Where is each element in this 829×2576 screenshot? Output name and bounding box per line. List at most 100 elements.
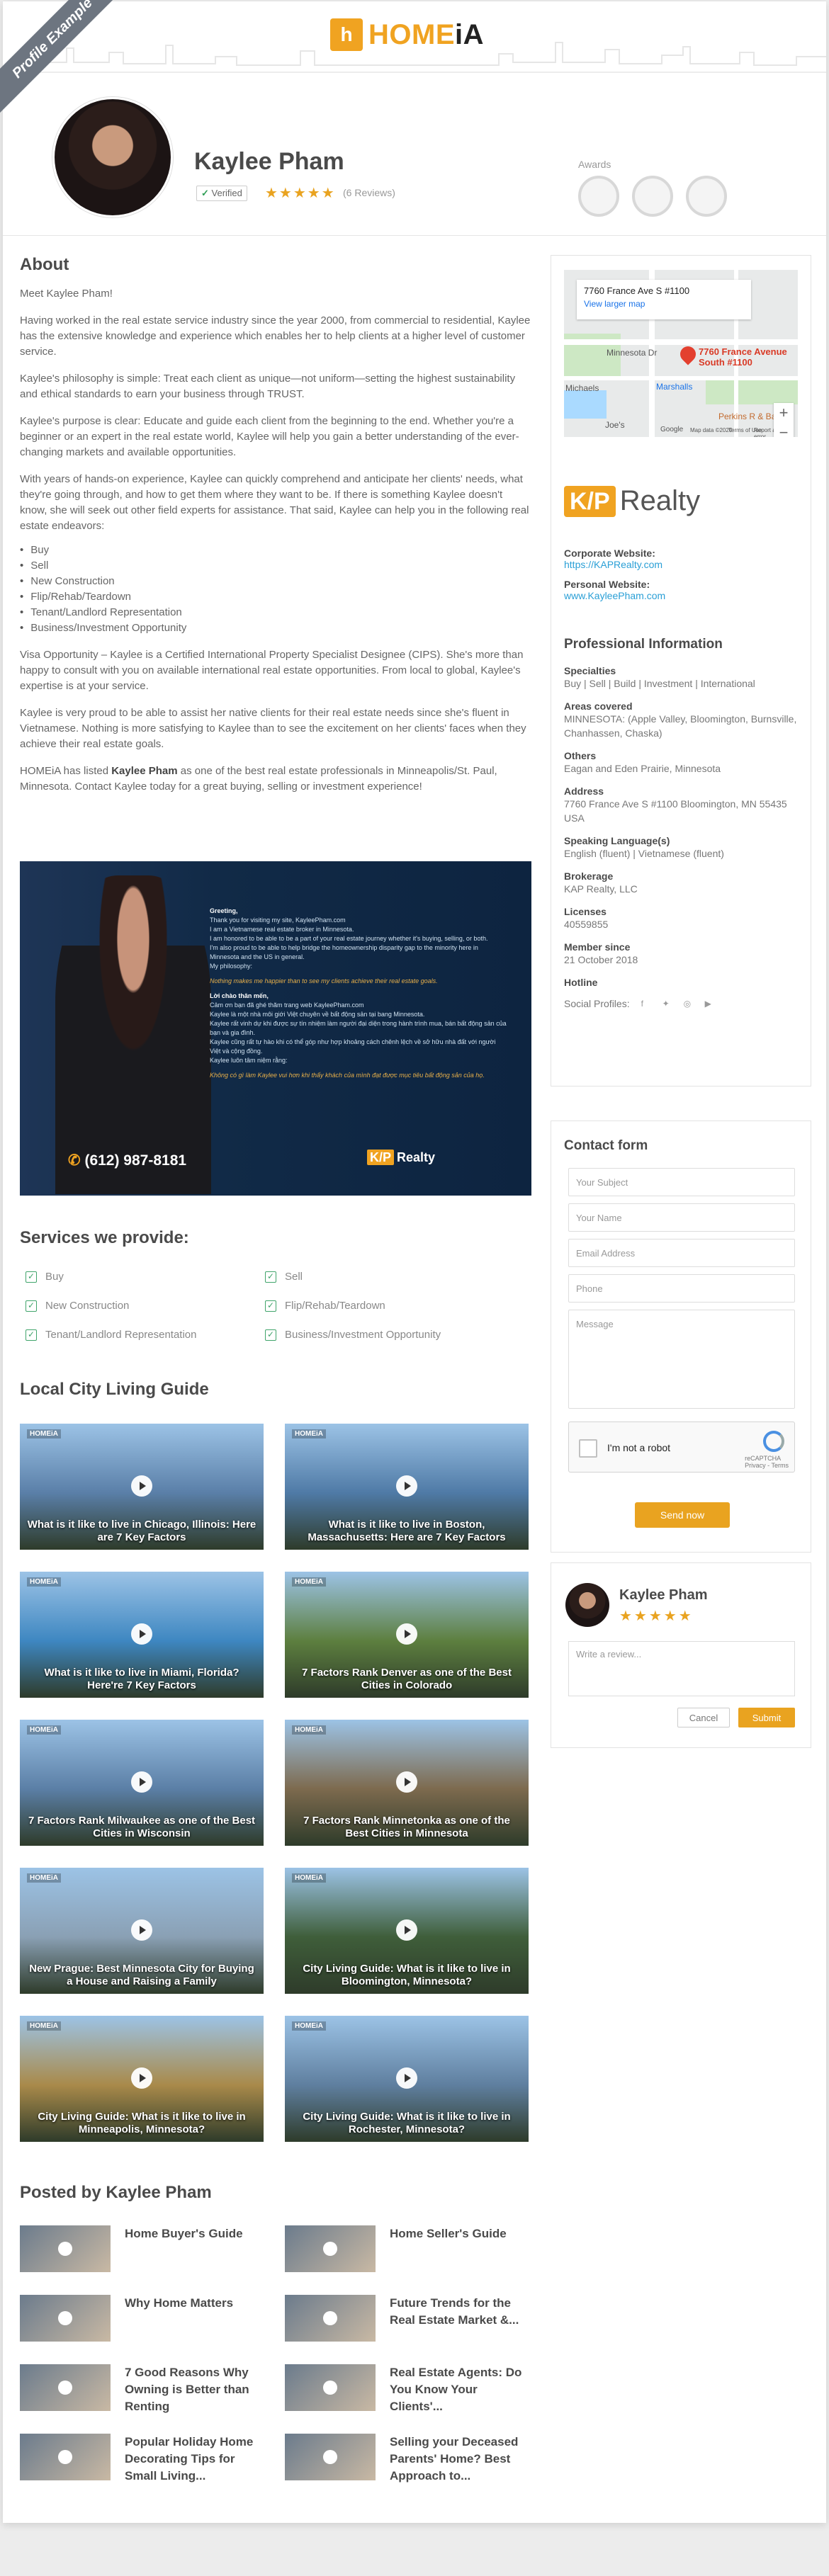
play-icon[interactable] (396, 1771, 417, 1793)
closing-pre: HOMEiA has listed (20, 765, 112, 777)
play-icon[interactable] (131, 1771, 152, 1793)
play-icon[interactable] (396, 1623, 417, 1645)
award-badge-icon[interactable] (686, 176, 727, 217)
closing-agent-name: Kaylee Pham (111, 765, 178, 777)
personal-website: Personal Website: www.KayleePham.com (564, 579, 798, 601)
pro-info-row: Speaking Language(s) English (fluent) | V… (564, 835, 798, 861)
post-title[interactable]: Selling your Deceased Parents' Home? Bes… (390, 2434, 529, 2485)
banner-phone[interactable]: ✆ (612) 987-8181 (68, 1152, 186, 1169)
play-icon[interactable] (131, 1475, 152, 1497)
youtube-icon[interactable]: ▶ (705, 999, 715, 1009)
city-guide-video[interactable]: HOMEiA What is it like to live in Boston,… (285, 1424, 529, 1550)
post-title[interactable]: Why Home Matters (125, 2295, 233, 2342)
banner-line: My philosophy: (210, 963, 253, 970)
post-thumbnail[interactable] (285, 2225, 376, 2272)
video-caption: What is it like to live in Miami, Florid… (44, 1667, 239, 1691)
city-guide-video[interactable]: HOMEiA City Living Guide: What is it like… (285, 2016, 529, 2142)
social-profiles: Social Profiles: f ✦ ◎ ▶ (564, 998, 798, 1009)
award-badge-icon[interactable] (578, 176, 619, 217)
post-title[interactable]: Popular Holiday Home Decorating Tips for… (125, 2434, 264, 2485)
email-input[interactable]: Email Address (568, 1239, 795, 1267)
play-icon[interactable] (131, 1623, 152, 1645)
city-guide-video[interactable]: HOMEiA City Living Guide: What is it like… (285, 1868, 529, 1994)
post-item[interactable]: 7 Good Reasons Why Owning is Better than… (20, 2364, 264, 2415)
city-guide-video[interactable]: HOMEiA What is it like to live in Miami, … (20, 1572, 264, 1698)
phone-input[interactable]: Phone (568, 1274, 795, 1303)
pro-info-value: Buy | Sell | Build | Investment | Intern… (564, 678, 755, 689)
subject-input[interactable]: Your Subject (568, 1168, 795, 1196)
city-guide-video[interactable]: HOMEiA 7 Factors Rank Milwaukee as one of… (20, 1720, 264, 1846)
captcha-checkbox[interactable] (579, 1439, 597, 1458)
post-title[interactable]: 7 Good Reasons Why Owning is Better than… (125, 2364, 264, 2415)
zoom-in-icon[interactable]: + (774, 403, 794, 423)
map-label: Marshalls (656, 382, 693, 392)
post-thumbnail[interactable] (285, 2295, 376, 2342)
map-pin-icon[interactable] (677, 343, 699, 365)
message-textarea[interactable]: Message (568, 1310, 795, 1409)
about-closing: HOMEiA has listed Kaylee Pham as one of … (20, 764, 531, 795)
city-guide-video[interactable]: HOMEiA New Prague: Best Minnesota City fo… (20, 1868, 264, 1994)
submit-button[interactable]: Submit (738, 1708, 795, 1727)
play-icon[interactable] (396, 1919, 417, 1941)
name-input[interactable]: Your Name (568, 1203, 795, 1232)
play-icon[interactable] (396, 1475, 417, 1497)
post-title[interactable]: Home Buyer's Guide (125, 2225, 243, 2272)
service-item: ✓ Business/Investment Opportunity (265, 1329, 441, 1341)
pro-info-row: Specialties Buy | Sell | Build | Investme… (564, 665, 798, 691)
post-title[interactable]: Future Trends for the Real Estate Market… (390, 2295, 529, 2342)
post-item[interactable]: Real Estate Agents: Do You Know Your Cli… (285, 2364, 529, 2415)
post-thumbnail[interactable] (20, 2225, 111, 2272)
recaptcha-icon (763, 1431, 784, 1452)
post-item[interactable]: Future Trends for the Real Estate Market… (285, 2295, 529, 2342)
zoom-out-icon[interactable]: − (774, 423, 794, 437)
twitter-icon[interactable]: ✦ (662, 999, 672, 1009)
pro-info-value: KAP Realty, LLC (564, 883, 638, 895)
about-paragraph: Kaylee is very proud to be able to assis… (20, 707, 526, 750)
post-thumbnail[interactable] (285, 2364, 376, 2411)
post-item[interactable]: Home Seller's Guide (285, 2225, 529, 2272)
map-label: Michaels (565, 383, 599, 393)
play-icon[interactable] (131, 2067, 152, 2089)
post-thumbnail[interactable] (20, 2364, 111, 2411)
city-guide-video[interactable]: HOMEiA What is it like to live in Chicago… (20, 1424, 264, 1550)
award-badge-icon[interactable] (632, 176, 673, 217)
map-zoom-control[interactable]: + − (774, 403, 794, 437)
post-item[interactable]: Home Buyer's Guide (20, 2225, 264, 2272)
cancel-button[interactable]: Cancel (677, 1708, 730, 1727)
banner-phone-number: (612) 987-8181 (84, 1152, 187, 1169)
reviews-count[interactable]: (6 Reviews) (343, 187, 395, 198)
review-stars[interactable]: ★★★★★ (619, 1607, 694, 1625)
service-item: ✓ Flip/Rehab/Teardown (265, 1300, 385, 1312)
post-thumbnail[interactable] (20, 2434, 111, 2480)
captcha-label: I'm not a robot (607, 1442, 671, 1453)
view-larger-map-link[interactable]: View larger map (584, 299, 744, 309)
instagram-icon[interactable]: ◎ (684, 999, 694, 1009)
post-thumbnail[interactable] (20, 2295, 111, 2342)
city-guide-video[interactable]: HOMEiA 7 Factors Rank Denver as one of th… (285, 1572, 529, 1698)
play-icon[interactable] (396, 2067, 417, 2089)
agent-greeting-banner: Greeting, Thank you for visiting my site… (20, 861, 531, 1196)
about-paragraph: Kaylee's purpose is clear: Educate and g… (20, 415, 519, 458)
office-map[interactable]: 7760 France Ave S #1100 View larger map 7… (564, 270, 798, 437)
video-brand: HOMEiA (27, 1725, 61, 1735)
city-guide-video[interactable]: HOMEiA City Living Guide: What is it like… (20, 2016, 264, 2142)
send-now-button[interactable]: Send now (635, 1502, 730, 1528)
post-title[interactable]: Home Seller's Guide (390, 2225, 507, 2272)
post-item[interactable]: Why Home Matters (20, 2295, 264, 2342)
personal-website-link[interactable]: www.KayleePham.com (564, 590, 798, 601)
corporate-website-link[interactable]: https://KAPRealty.com (564, 559, 798, 570)
review-textarea[interactable]: Write a review... (568, 1641, 795, 1696)
homeia-logo[interactable]: h HOMEiA (330, 18, 484, 51)
facebook-icon[interactable]: f (641, 999, 651, 1009)
post-thumbnail[interactable] (285, 2434, 376, 2480)
city-guide-video[interactable]: HOMEiA 7 Factors Rank Minnetonka as one o… (285, 1720, 529, 1846)
post-title[interactable]: Real Estate Agents: Do You Know Your Cli… (390, 2364, 529, 2415)
pro-info-row: Licenses 40559855 (564, 906, 798, 931)
recaptcha-terms[interactable]: Privacy - Terms (745, 1462, 789, 1469)
play-icon[interactable] (131, 1919, 152, 1941)
post-item[interactable]: Selling your Deceased Parents' Home? Bes… (285, 2434, 529, 2485)
post-item[interactable]: Popular Holiday Home Decorating Tips for… (20, 2434, 264, 2485)
banner-vn-quote: Không có gì làm Kaylee vui hơn khi thấy … (210, 1072, 485, 1079)
professional-info-title: Professional Information (564, 637, 723, 652)
kap-realty-logo[interactable]: K/P Realty (564, 485, 700, 517)
